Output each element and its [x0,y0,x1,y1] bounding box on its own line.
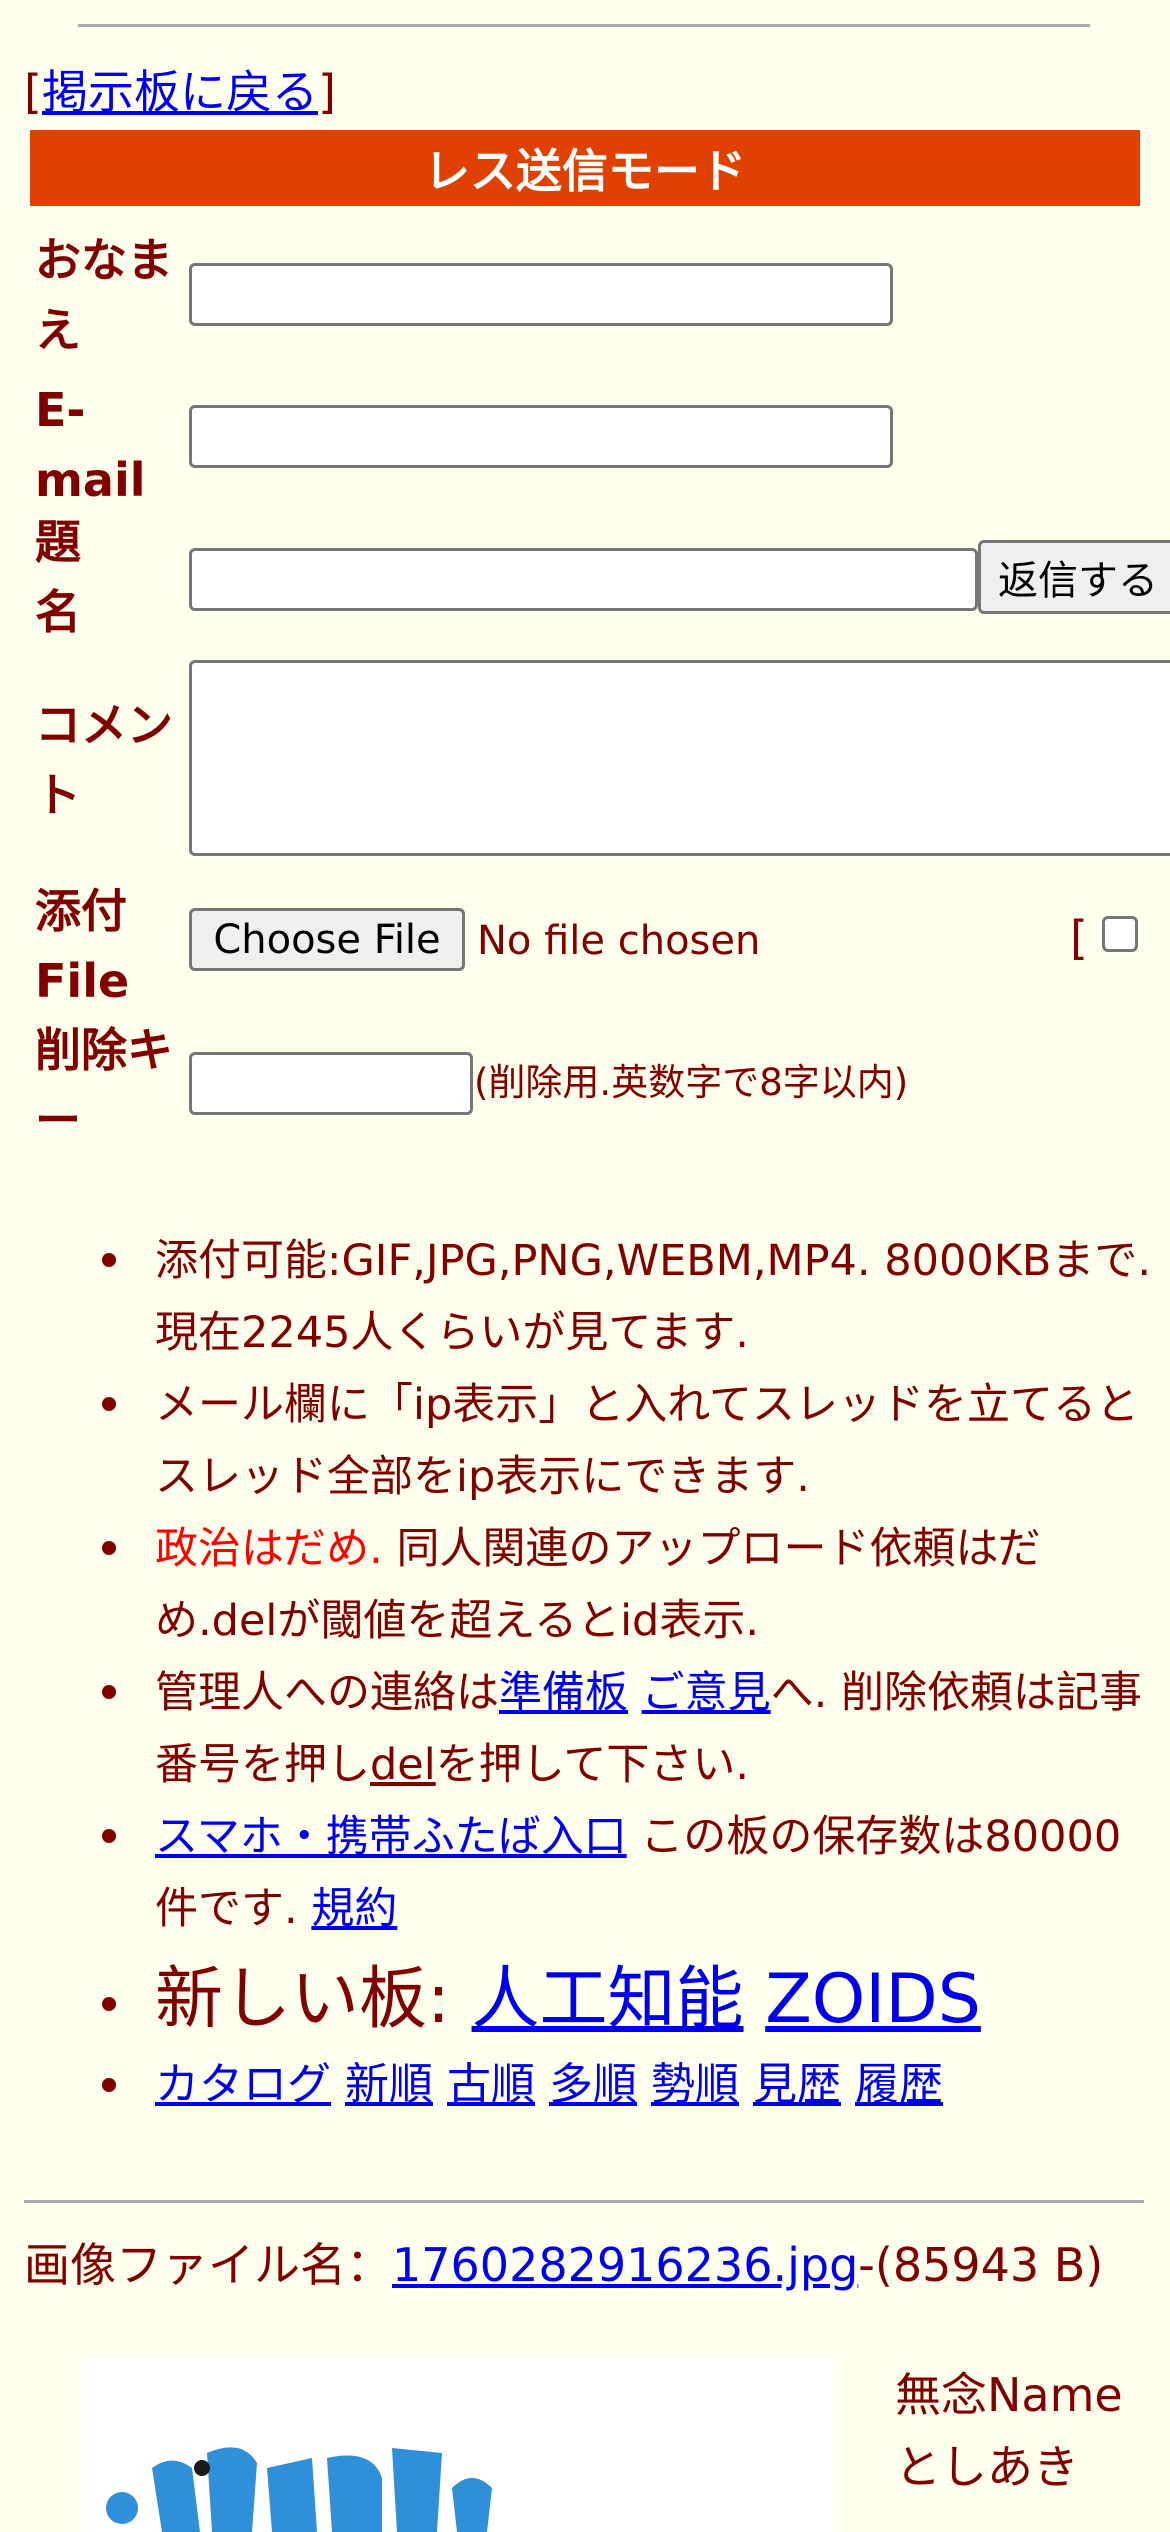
post-file-info: 画像ファイル名：1760282916236.jpg-(85943 B) [24,2235,1144,2295]
image-option-bracket: [ [1070,911,1088,965]
catalog-link[interactable]: カタログ [155,2059,331,2110]
new-boards-label: 新しい板: [155,1960,450,2039]
bracket-close: ] [317,65,336,119]
name-input[interactable] [189,263,893,326]
sort-links: カタログ 新順 古順 多順 勢順 見歴 履歴 [155,2050,943,2120]
delete-key-input[interactable] [189,1052,473,1115]
feedback-link[interactable]: ご意見 [642,1668,771,1718]
email-input[interactable] [189,405,893,468]
del-link[interactable]: del [370,1740,436,1790]
top-divider [78,24,1090,27]
email-label: E-mail [35,383,146,507]
reply-mode-header: レス送信モード [30,130,1140,206]
rule-ip-display-text: メール欄に「ip表示」と入れてスレッドを立てるとスレッド全部をip表示にできます… [155,1380,1139,1502]
reply-submit-button[interactable]: 返信する [978,540,1170,614]
file-label: 添付File [35,884,130,1008]
bracket-open: [ [24,65,42,119]
bullet-dot [102,1541,116,1555]
image-option-checkbox[interactable] [1102,916,1138,952]
terms-link[interactable]: 規約 [311,1884,397,1934]
comment-textarea[interactable] [189,660,1170,856]
prep-board-link[interactable]: 準備板 [499,1668,628,1718]
view-history-link[interactable]: 見歴 [753,2059,841,2110]
sort-old-link[interactable]: 古順 [447,2059,535,2110]
name-label: おなまえ [35,233,173,357]
choose-file-button[interactable]: Choose File [189,908,465,971]
sort-momentum-link[interactable]: 勢順 [651,2059,739,2110]
rule-attachments-text: 添付可能:GIF,JPG,PNG,WEBM,MP4. 8000KBまで. 現在2… [155,1236,1152,1358]
new-boards: 新しい板: 人工知能 ZOIDS [155,1955,981,2045]
bullet-dot [102,1997,116,2011]
rule-contact: 管理人への連絡は準備板 ご意見へ. 削除依頼は記事番号を押しdelを押して下さい… [155,1657,1155,1801]
rule-contact-text-a: 管理人への連絡は [155,1668,499,1718]
post-file-size: -(85943 B) [858,2238,1104,2292]
post-author: としあき [895,2440,1079,2494]
comment-label: コメント [35,698,173,822]
rule-mobile: スマホ・携帯ふたば入口 この板の保存数は80000件です. 規約 [155,1801,1155,1945]
subject-label: 題名 [35,515,81,639]
rule-politics: 政治はだめ. 同人関連のアップロード依頼はだめ.delが閾値を超えるとid表示. [155,1513,1155,1657]
post-history-link[interactable]: 履歴 [855,2059,943,2110]
bullet-dot [102,1685,116,1699]
back-to-board-link[interactable]: 掲示板に戻る [42,65,318,119]
post-name: 無念Name [895,2368,1123,2422]
new-board-ai-link[interactable]: 人工知能 [472,1960,744,2039]
section-divider [24,2200,1144,2203]
subject-input[interactable] [189,548,978,611]
sort-most-link[interactable]: 多順 [549,2059,637,2110]
bullet-dot [102,2078,116,2092]
bullet-dot [102,1397,116,1411]
new-board-zoids-link[interactable]: ZOIDS [765,1960,981,2039]
rule-politics-warning: 政治はだめ. [155,1524,383,1574]
post-thumbnail[interactable] [82,2358,834,2532]
post-file-label: 画像ファイル名： [24,2238,392,2292]
thumbnail-image-icon [106,2447,492,2532]
bullet-dot [102,1253,116,1267]
no-file-chosen-text: No file chosen [477,918,761,964]
back-nav: [掲示板に戻る] [24,62,336,122]
rule-ip-display: メール欄に「ip表示」と入れてスレッドを立てるとスレッド全部をip表示にできます… [155,1369,1155,1513]
delete-key-hint: (削除用.英数字で8字以内) [474,1061,909,1104]
mobile-entrance-link[interactable]: スマホ・携帯ふたば入口 [155,1812,627,1862]
bullet-dot [102,1829,116,1843]
delete-key-label: 削除キー [35,1023,173,1147]
post-file-link[interactable]: 1760282916236.jpg [392,2238,858,2292]
rule-attachments: 添付可能:GIF,JPG,PNG,WEBM,MP4. 8000KBまで. 現在2… [155,1225,1155,1369]
rule-contact-text-c: を押して下さい. [435,1740,750,1790]
sort-new-link[interactable]: 新順 [345,2059,433,2110]
